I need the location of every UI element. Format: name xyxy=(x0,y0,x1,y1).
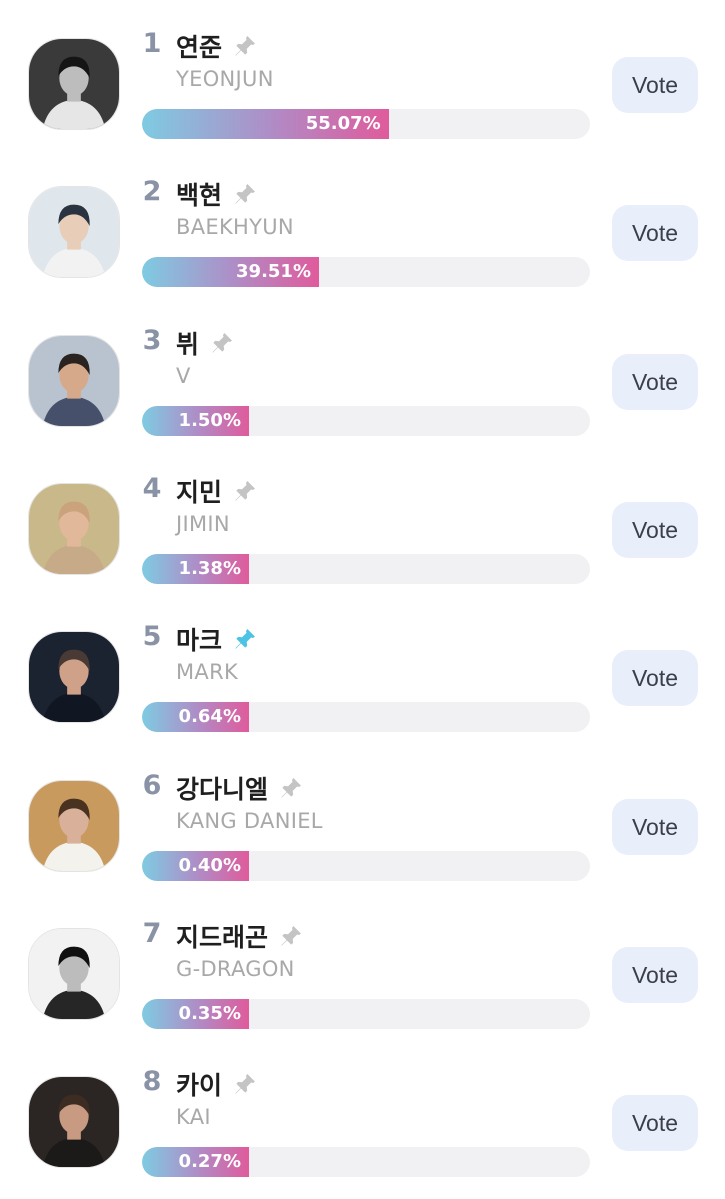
artist-name-korean-text: 강다니엘 xyxy=(176,774,269,804)
vote-share-fill: 0.40% xyxy=(142,850,249,881)
artist-name-korean: 강다니엘 xyxy=(176,770,304,806)
vote-share-fill: 39.51% xyxy=(142,257,319,288)
avatar[interactable] xyxy=(28,334,120,427)
vote-share-percent: 39.51% xyxy=(236,261,311,283)
avatar[interactable] xyxy=(28,779,120,872)
vote-share-percent: 0.35% xyxy=(178,1002,241,1024)
rank-number: 4 xyxy=(142,472,162,504)
artist-name-english: YEONJUN xyxy=(176,67,274,91)
vote-button[interactable]: Vote xyxy=(612,353,698,410)
artist-name-korean-text: 지드래곤 xyxy=(176,922,269,952)
vote-button[interactable]: Vote xyxy=(612,946,698,1003)
vote-share-bar: 0.27% xyxy=(142,1147,590,1178)
artist-name-korean: 뷔 xyxy=(176,325,235,361)
vote-share-bar: 39.51% xyxy=(142,257,590,288)
pin-icon[interactable] xyxy=(278,775,304,801)
vote-button[interactable]: Vote xyxy=(612,650,698,707)
pin-icon[interactable] xyxy=(232,181,258,207)
pin-icon[interactable] xyxy=(232,626,258,652)
ranking-row: 6 강다니엘 KANG DANIEL 0.40% Vote xyxy=(0,746,725,894)
vote-button[interactable]: Vote xyxy=(612,501,698,558)
artist-name-korean-text: 연준 xyxy=(176,33,223,62)
pin-icon[interactable] xyxy=(232,1071,258,1097)
artist-name-korean: 지드래곤 xyxy=(176,918,304,954)
rank-number: 3 xyxy=(142,324,162,356)
artist-name-korean: 백현 xyxy=(176,176,258,212)
vote-share-bar: 1.38% xyxy=(142,553,590,584)
vote-share-percent: 0.27% xyxy=(178,1151,241,1173)
artist-name-english: G-DRAGON xyxy=(176,956,295,981)
vote-share-percent: 1.50% xyxy=(178,409,241,431)
vote-share-fill: 0.35% xyxy=(142,998,249,1029)
artist-name-english: KANG DANIEL xyxy=(176,808,323,833)
pin-icon[interactable] xyxy=(232,33,258,59)
vote-share-fill: 1.50% xyxy=(142,405,249,436)
vote-share-bar: 55.07% xyxy=(142,109,590,139)
vote-share-bar: 1.50% xyxy=(142,405,590,436)
artist-name-korean-text: 지민 xyxy=(176,477,223,507)
vote-share-fill: 1.38% xyxy=(142,553,249,584)
avatar[interactable] xyxy=(28,1076,120,1169)
vote-share-percent: 1.38% xyxy=(178,557,241,579)
rank-number: 8 xyxy=(142,1066,162,1098)
ranking-row: 4 지민 JIMIN 1.38% Vote xyxy=(0,449,725,597)
rank-number: 1 xyxy=(142,28,162,59)
vote-share-bar: 0.64% xyxy=(142,702,590,733)
ranking-row: 2 백현 BAEKHYUN 39.51% Vote xyxy=(0,152,725,300)
vote-share-fill: 55.07% xyxy=(142,109,389,139)
vote-button[interactable]: Vote xyxy=(612,57,698,113)
artist-name-korean-text: 뷔 xyxy=(176,329,200,359)
artist-name-korean-text: 카이 xyxy=(176,1071,223,1101)
avatar[interactable] xyxy=(28,482,120,575)
vote-share-fill: 0.64% xyxy=(142,702,249,733)
rank-number: 7 xyxy=(142,917,162,949)
artist-name-korean: 지민 xyxy=(176,473,258,509)
avatar[interactable] xyxy=(28,631,120,724)
artist-name-korean-text: 백현 xyxy=(176,181,223,211)
artist-name-english: JIMIN xyxy=(176,511,230,536)
artist-name-english: V xyxy=(176,363,191,388)
artist-name-english: BAEKHYUN xyxy=(176,215,294,240)
ranking-row: 5 마크 MARK 0.64% Vote xyxy=(0,597,725,745)
pin-icon[interactable] xyxy=(278,923,304,949)
avatar[interactable] xyxy=(28,186,120,279)
vote-button[interactable]: Vote xyxy=(612,798,698,855)
vote-button[interactable]: Vote xyxy=(612,205,698,262)
vote-share-percent: 55.07% xyxy=(305,113,381,134)
artist-name-english: KAI xyxy=(176,1105,211,1130)
ranking-row: 1 연준 YEONJUN 55.07% Vote xyxy=(0,4,725,152)
pin-icon[interactable] xyxy=(232,478,258,504)
rank-number: 6 xyxy=(142,769,162,801)
vote-share-percent: 0.64% xyxy=(178,706,241,728)
ranking-row: 7 지드래곤 G-DRAGON 0.35% Vote xyxy=(0,894,725,1042)
rank-number: 5 xyxy=(142,621,162,653)
artist-name-korean: 연준 xyxy=(176,28,258,64)
vote-share-bar: 0.35% xyxy=(142,998,590,1029)
avatar[interactable] xyxy=(28,38,120,130)
vote-share-fill: 0.27% xyxy=(142,1147,249,1178)
vote-share-percent: 0.40% xyxy=(178,854,241,876)
vote-share-bar: 0.40% xyxy=(142,850,590,881)
ranking-row: 3 뷔 V 1.50% Vote xyxy=(0,301,725,449)
pin-icon[interactable] xyxy=(209,330,235,356)
vote-button[interactable]: Vote xyxy=(612,1095,698,1152)
rank-number: 2 xyxy=(142,176,162,208)
artist-name-korean: 마크 xyxy=(176,621,258,657)
artist-name-korean-text: 마크 xyxy=(176,626,223,656)
ranking-row: 8 카이 KAI 0.27% Vote xyxy=(0,1042,725,1190)
artist-name-english: MARK xyxy=(176,660,239,685)
avatar[interactable] xyxy=(28,927,120,1020)
artist-name-korean: 카이 xyxy=(176,1066,258,1102)
